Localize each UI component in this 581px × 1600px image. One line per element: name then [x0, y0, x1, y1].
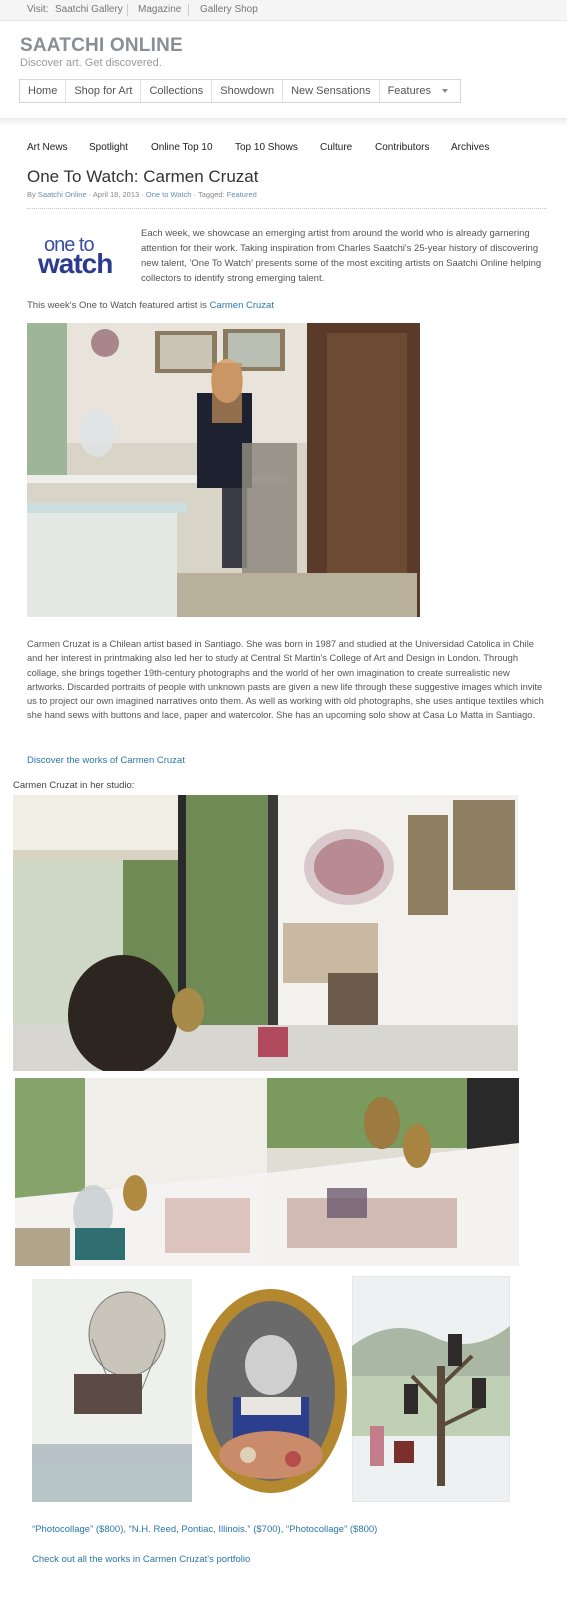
artist-photo — [27, 323, 420, 617]
site-logo[interactable]: SAATCHI ONLINE — [20, 35, 183, 57]
studio-caption: Carmen Cruzat in her studio: — [13, 780, 135, 791]
article-title: One To Watch: Carmen Cruzat — [27, 167, 259, 186]
featured-artist-line: This week's One to Watch featured artist… — [27, 300, 274, 311]
site-tagline: Discover art. Get discovered. — [20, 57, 162, 69]
subnav-top-10-shows[interactable]: Top 10 Shows — [235, 142, 298, 153]
article-intro: Each week, we showcase an emerging artis… — [141, 228, 542, 284]
chevron-down-icon — [442, 89, 449, 94]
article-byline: By Saatchi Online · April 18, 2013 · One… — [27, 190, 257, 199]
nav-item-features-label: Features — [387, 85, 431, 97]
topbar-link-gallery-shop[interactable]: Gallery Shop — [200, 4, 258, 15]
divider — [127, 4, 128, 16]
divider — [27, 208, 547, 209]
nav-item-home[interactable]: Home — [20, 80, 67, 102]
discover-works-link[interactable]: Discover the works of Carmen Cruzat — [27, 755, 185, 766]
header-shadow — [0, 118, 567, 126]
nav-item-collections[interactable]: Collections — [141, 80, 213, 102]
studio-table-photo-right — [267, 1078, 519, 1266]
main-nav: Home Shop for Art Collections Showdown N… — [19, 79, 462, 103]
nav-item-showdown[interactable]: Showdown — [212, 80, 284, 102]
nav-item-shop-for-art[interactable]: Shop for Art — [66, 80, 142, 102]
subnav-spotlight[interactable]: Spotlight — [89, 142, 128, 153]
visit-label: Visit: — [27, 4, 49, 15]
author-link[interactable]: Saatchi Online — [38, 190, 87, 199]
subnav-culture[interactable]: Culture — [320, 142, 352, 153]
top-bar: Visit: Saatchi Gallery Magazine Gallery … — [0, 0, 567, 21]
nav-item-new-sensations[interactable]: New Sensations — [283, 80, 380, 102]
post-date: April 18, 2013 — [92, 190, 140, 199]
subnav-art-news[interactable]: Art News — [27, 142, 68, 153]
logo-watch: watch — [38, 248, 113, 279]
byline-by: By — [27, 190, 36, 199]
artwork-framed-portrait — [193, 1287, 349, 1495]
featured-artist-link[interactable]: Carmen Cruzat — [210, 300, 274, 311]
tagged-label: Tagged: — [197, 190, 225, 199]
subnav-archives[interactable]: Archives — [451, 142, 489, 153]
tag-link[interactable]: Featured — [227, 190, 257, 199]
artist-bio: Carmen Cruzat is a Chilean artist based … — [27, 639, 544, 721]
artworks-caption[interactable]: “Photocollage” ($800), “N.H. Reed, Ponti… — [32, 1524, 377, 1535]
artwork-balloon-collage — [32, 1279, 192, 1502]
subnav-contributors[interactable]: Contributors — [375, 142, 429, 153]
studio-photo — [13, 795, 518, 1071]
portfolio-link[interactable]: Check out all the works in Carmen Cruzat… — [32, 1554, 250, 1565]
nav-item-features[interactable]: Features — [380, 80, 460, 102]
subnav-online-top-10[interactable]: Online Top 10 — [151, 142, 213, 153]
topbar-link-saatchi-gallery[interactable]: Saatchi Gallery — [55, 4, 123, 15]
featured-prefix: This week's One to Watch featured artist… — [27, 300, 207, 311]
artwork-tree-collage — [352, 1276, 510, 1502]
topbar-link-magazine[interactable]: Magazine — [138, 4, 181, 15]
one-to-watch-logo: one to watch — [38, 234, 133, 279]
studio-table-photo-left — [15, 1078, 267, 1266]
divider — [188, 4, 189, 16]
category-link[interactable]: One to Watch — [146, 190, 192, 199]
